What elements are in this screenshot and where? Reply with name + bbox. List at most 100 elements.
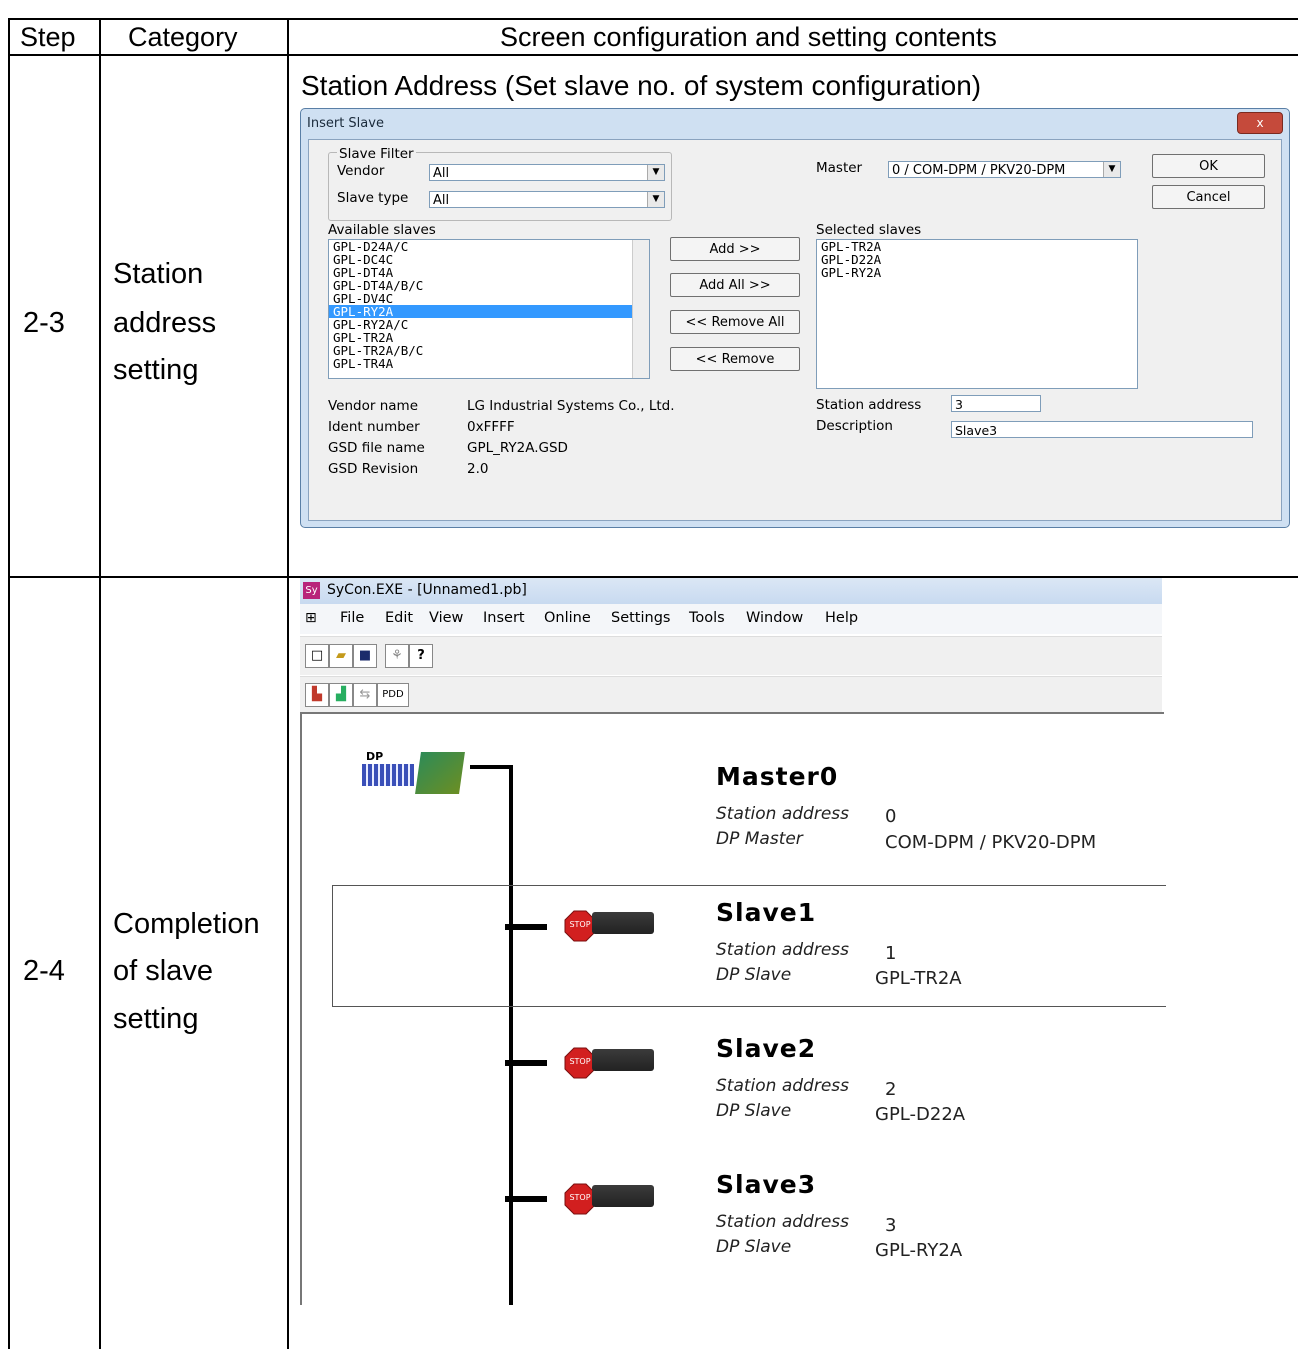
slave-type-label: DP Slave <box>716 1101 792 1121</box>
cancel-button[interactable]: Cancel <box>1152 185 1265 209</box>
row-category-line: of slave <box>113 955 213 987</box>
chevron-down-icon: ▼ <box>647 165 664 180</box>
app-title: SyCon.EXE - [Unnamed1.pb] <box>327 582 527 598</box>
table-header-divider <box>8 54 1298 56</box>
row-category-line: address <box>113 307 217 339</box>
slave-device-icon <box>592 1185 654 1207</box>
ident-value: 0xFFFF <box>467 419 515 435</box>
slave-name: Slave1 <box>716 898 817 927</box>
section-heading: Station Address (Set slave no. of system… <box>301 70 982 101</box>
station-address-input[interactable]: 3 <box>951 395 1041 412</box>
insert-slave-dialog: Insert Slave x Slave Filter Vendor All ▼… <box>300 108 1290 528</box>
row-step: 2-3 <box>23 307 65 339</box>
slave-type-label: Slave type <box>337 190 409 206</box>
master-name: Master0 <box>716 762 839 791</box>
master-type-label: DP Master <box>716 829 803 849</box>
slave-device-icon <box>592 912 654 934</box>
table-col-left <box>8 18 10 1349</box>
available-slaves-items: GPL-D24A/C GPL-DC4C GPL-DT4A GPL-DT4A/B/C GP… <box>329 240 649 370</box>
app-title-bar: Sy SyCon.EXE - [Unnamed1.pb] <box>300 578 1162 604</box>
vendor-name-label: Vendor name <box>328 398 419 414</box>
menu-item-insert[interactable]: Insert <box>483 610 525 626</box>
gsd-file-label: GSD file name <box>328 440 425 456</box>
slave-name: Slave3 <box>716 1170 817 1199</box>
network-canvas: DP Master0 Station address 0 DP Master C… <box>300 712 1166 1305</box>
replace-icon[interactable]: ⇆ <box>353 683 377 707</box>
dp-master-icon: DP <box>362 750 468 802</box>
row-step: 2-4 <box>23 955 65 987</box>
gsd-revision-value: 2.0 <box>467 461 489 477</box>
menu-item-online[interactable]: Online <box>544 610 591 626</box>
row-category-line: Station <box>113 258 204 290</box>
description-input[interactable]: Slave3 <box>951 421 1253 438</box>
vendor-select-value: All <box>433 166 450 181</box>
insert-slave-icon[interactable]: ▟ <box>329 683 353 707</box>
ok-button[interactable]: OK <box>1152 154 1265 178</box>
slave-addr: 1 <box>885 943 897 964</box>
open-folder-icon[interactable]: ▰ <box>329 644 353 668</box>
slave-connector <box>505 1196 547 1202</box>
pdd-button[interactable]: PDD <box>377 683 409 707</box>
header-step: Step <box>20 22 76 52</box>
menu-item-help[interactable]: Help <box>825 610 858 626</box>
slave-name: Slave2 <box>716 1034 817 1063</box>
table-col-category <box>287 18 289 1349</box>
description-label: Description <box>816 418 893 434</box>
slave-connector <box>505 1060 547 1066</box>
help-icon[interactable]: ? <box>409 644 433 668</box>
remove-all-button[interactable]: << Remove All <box>670 310 800 334</box>
slave-device-icon <box>592 1049 654 1071</box>
save-icon[interactable]: ■ <box>353 644 377 668</box>
run-icon[interactable]: ⚘ <box>385 644 409 668</box>
ident-label: Ident number <box>328 419 420 435</box>
header-category: Category <box>128 22 238 52</box>
toolbar-main: □ ▰ ■ ⚘ ? <box>300 636 1162 675</box>
row-category-line: setting <box>113 354 199 386</box>
available-slaves-list[interactable]: GPL-D24A/C GPL-DC4C GPL-DT4A GPL-DT4A/B/C GP… <box>328 239 650 379</box>
bus-line <box>509 765 513 1305</box>
remove-button[interactable]: << Remove <box>670 347 800 371</box>
list-item[interactable]: GPL-RY2A <box>817 266 1137 279</box>
slave-type-label: DP Slave <box>716 965 792 985</box>
menu-item-file[interactable]: File <box>340 610 364 626</box>
master-addr: 0 <box>885 806 897 827</box>
slave-filter-label: Slave Filter <box>337 146 416 162</box>
slave-connector <box>505 924 547 930</box>
master-select[interactable]: 0 / COM-DPM / PKV20-DPM ▼ <box>888 161 1121 178</box>
close-button[interactable]: x <box>1237 112 1283 134</box>
chevron-down-icon: ▼ <box>647 192 664 207</box>
new-file-icon[interactable]: □ <box>305 644 329 668</box>
header-content: Screen configuration and setting content… <box>500 22 997 52</box>
menu-item-tools[interactable]: Tools <box>689 610 725 626</box>
gsd-file-value: GPL_RY2A.GSD <box>467 440 568 456</box>
gsd-revision-label: GSD Revision <box>328 461 419 477</box>
slave-type-select[interactable]: All ▼ <box>429 191 665 208</box>
menu-item-edit[interactable]: Edit <box>385 610 413 626</box>
toolbar-insert: ▙ ▟ ⇆ PDD <box>300 676 1162 713</box>
menu-item-window[interactable]: Window <box>746 610 803 626</box>
add-all-button[interactable]: Add All >> <box>670 273 800 297</box>
slave-addr: 3 <box>885 1215 897 1236</box>
vendor-name-value: LG Industrial Systems Co., Ltd. <box>467 398 675 414</box>
dialog-body: Slave Filter Vendor All ▼ Slave type All… <box>308 139 1282 521</box>
available-slaves-label: Available slaves <box>328 222 436 238</box>
menu-bar: ⊞ File Edit View Insert Online Settings Tools W… <box>300 604 1162 634</box>
menu-item-view[interactable]: View <box>429 610 463 626</box>
slave-addr: 2 <box>885 1079 897 1100</box>
selected-slaves-items: GPL-TR2A GPL-D22A GPL-RY2A <box>817 240 1137 279</box>
list-scrollbar[interactable] <box>632 240 649 378</box>
row-category-line: setting <box>113 1003 199 1035</box>
slave-addr-label: Station address <box>716 940 850 960</box>
dp-logo-text: DP <box>366 750 384 763</box>
add-button[interactable]: Add >> <box>670 237 800 261</box>
table-col-step <box>99 18 101 1349</box>
list-item[interactable]: GPL-TR4A <box>329 357 649 370</box>
selected-slaves-list[interactable]: GPL-TR2A GPL-D22A GPL-RY2A <box>816 239 1138 389</box>
master-type: COM-DPM / PKV20-DPM <box>885 832 1097 853</box>
slave-type: GPL-D22A <box>875 1104 966 1125</box>
dialog-title: Insert Slave <box>307 116 384 131</box>
vendor-select[interactable]: All ▼ <box>429 164 665 181</box>
chevron-down-icon: ▼ <box>1103 162 1120 177</box>
menu-item-settings[interactable]: Settings <box>611 610 670 626</box>
insert-master-icon[interactable]: ▙ <box>305 683 329 707</box>
